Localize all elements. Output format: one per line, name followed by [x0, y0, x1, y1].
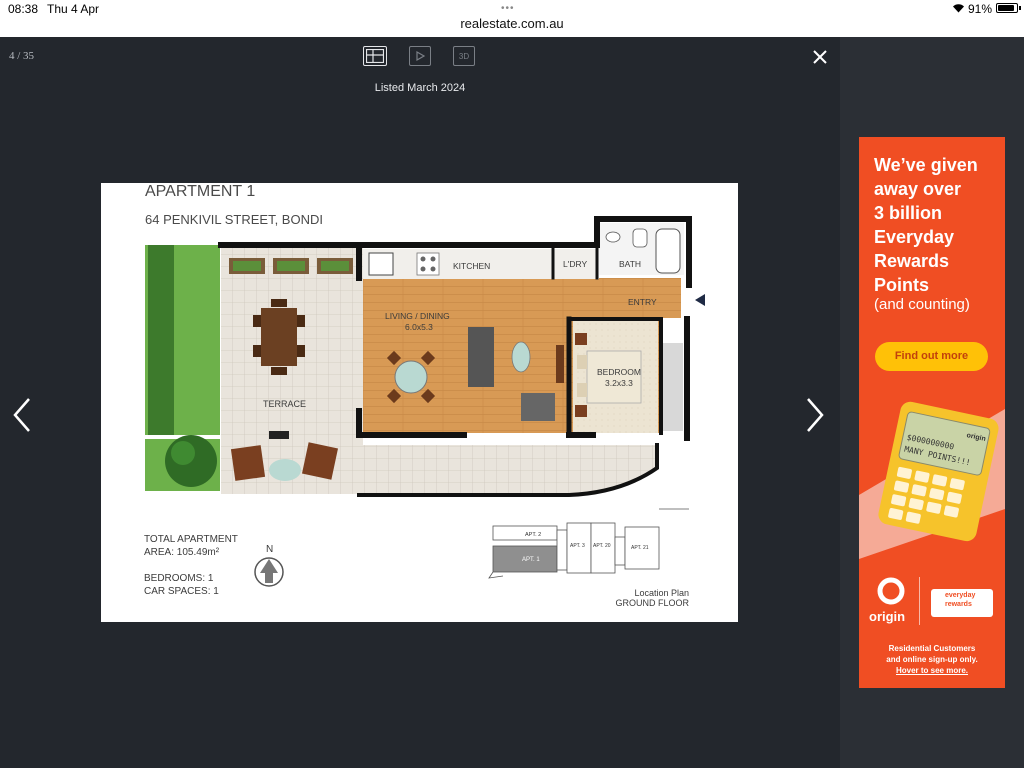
ad-fine-print: Residential Customers — [888, 644, 976, 653]
battery-level — [998, 5, 1014, 11]
battery-tip — [1019, 6, 1021, 10]
apt-21-label: APT. 21 — [631, 545, 649, 551]
floorplan-view-button[interactable] — [363, 46, 387, 66]
ad-subline: (and counting) — [874, 296, 970, 313]
armchair — [521, 393, 555, 421]
everyday-rewards-text: everyday — [945, 592, 976, 599]
hedge — [148, 245, 174, 435]
terrace-label: TERRACE — [263, 399, 306, 409]
bedrooms-count: BEDROOMS: 1 — [144, 573, 214, 584]
ground-floor-label: GROUND FLOOR — [615, 598, 689, 608]
kitchen-label: KITCHEN — [453, 261, 490, 271]
outdoor-table — [261, 308, 297, 366]
battery-percent: 91% — [968, 2, 993, 16]
status-time: 08:38 — [8, 2, 39, 16]
origin-logo-icon — [877, 577, 905, 605]
close-icon[interactable] — [809, 46, 831, 68]
ad-headline-line: We’ve given — [874, 155, 978, 175]
next-photo-arrow-icon[interactable] — [804, 395, 828, 435]
ad-headline-line: 3 billion — [874, 203, 943, 223]
previous-photo-arrow-icon[interactable] — [9, 395, 33, 435]
battery-icon — [996, 3, 1018, 13]
ad-headline-line: Points — [874, 275, 930, 295]
ad-fine-print: and online sign-up only. — [886, 655, 978, 664]
wifi-icon — [953, 4, 964, 13]
bath-label: BATH — [619, 259, 641, 269]
video-view-button[interactable] — [409, 46, 431, 66]
north-label: N — [266, 544, 273, 555]
3d-view-button[interactable]: 3D — [453, 46, 475, 66]
coffee-table — [511, 341, 531, 373]
bed — [586, 350, 642, 404]
laundry-label: L'DRY — [563, 259, 587, 269]
apt-1-label: APT. 1 — [522, 557, 540, 563]
apt-2-label: APT. 2 — [525, 532, 541, 538]
status-bar: 08:38 Thu 4 Apr ••• realestate.com.au 91… — [0, 0, 1024, 37]
status-date: Thu 4 Apr — [47, 2, 100, 16]
photo-counter: 4 / 35 — [9, 50, 35, 62]
floorplan-image[interactable]: APARTMENT 1 64 PENKIVIL STREET, BONDI TE… — [101, 183, 738, 622]
location-plan-diagram — [488, 508, 689, 579]
entry-label: ENTRY — [628, 297, 657, 307]
hover-to-see-more-link[interactable]: Hover to see more. — [859, 666, 1005, 675]
listed-date: Listed March 2024 — [374, 82, 466, 94]
ad-headline-line: Rewards — [874, 251, 950, 271]
origin-logo-text: origin — [869, 609, 906, 624]
floorplan-icon — [366, 49, 384, 63]
ad-headline-line: Everyday — [874, 227, 955, 247]
dining-table — [394, 360, 428, 394]
play-icon — [416, 51, 425, 61]
car-spaces-count: CAR SPACES: 1 — [144, 586, 219, 597]
bedroom-label: BEDROOM — [597, 367, 641, 377]
location-plan-label: Location Plan — [634, 588, 689, 598]
ad-logo-divider — [919, 577, 920, 625]
apt-3-label: APT. 3 — [570, 543, 585, 549]
address-bar-url[interactable]: realestate.com.au — [0, 16, 1024, 31]
total-area-heading: TOTAL APARTMENT — [144, 534, 238, 545]
living-size: 6.0x5.3 — [405, 322, 433, 332]
bedroom-size: 3.2x3.3 — [605, 378, 633, 388]
everyday-rewards-text: rewards — [945, 601, 972, 608]
multitasking-dots-icon[interactable]: ••• — [501, 3, 515, 14]
calculator-illustration: origin $000000000 MANY POINTS!!! — [859, 401, 1005, 559]
find-out-more-button[interactable]: Find out more — [875, 342, 988, 371]
entry-arrow-icon — [695, 294, 705, 306]
ad-headline-line: away over — [874, 179, 962, 199]
ad-headline: We’ve given away over 3 billion Everyday… — [874, 153, 1002, 297]
advertisement-banner[interactable]: We’ve given away over 3 billion Everyday… — [859, 137, 1005, 688]
apt-20-label: APT. 20 — [593, 543, 611, 549]
total-area-value: AREA: 105.49m² — [144, 547, 220, 558]
sofa — [468, 327, 494, 387]
living-label: LIVING / DINING — [385, 311, 450, 321]
